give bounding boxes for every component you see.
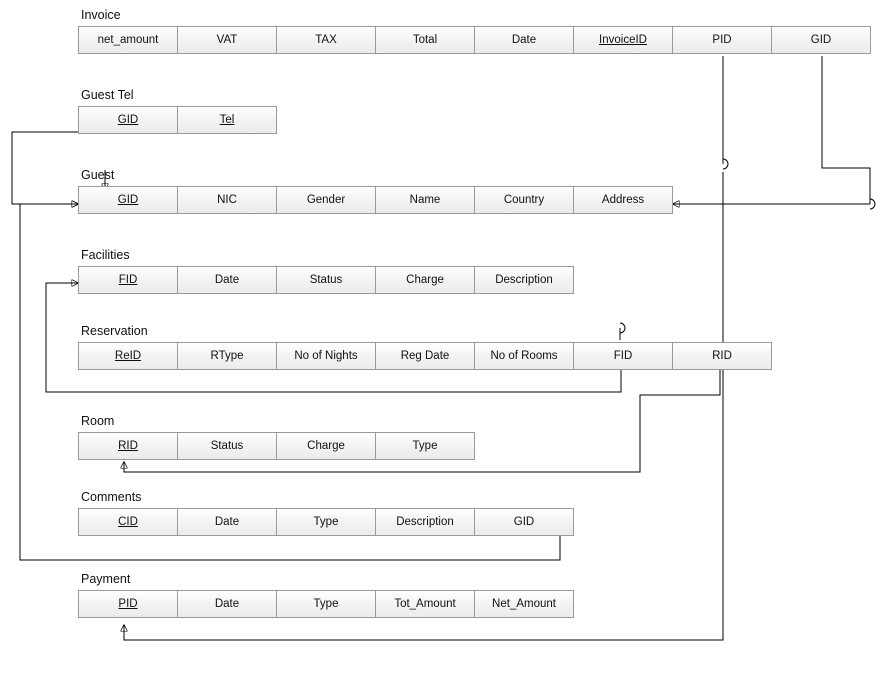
col-tel: Tel: [177, 106, 277, 134]
table-comments: Comments CID Date Type Description GID: [78, 490, 574, 536]
col-rid: RID: [672, 342, 772, 370]
col-type: Type: [276, 590, 376, 618]
col-tot-amount: Tot_Amount: [375, 590, 475, 618]
table-payment: Payment PID Date Type Tot_Amount Net_Amo…: [78, 572, 574, 618]
col-total: Total: [375, 26, 475, 54]
table-row: GID NIC Gender Name Country Address: [78, 186, 673, 214]
col-date: Date: [177, 508, 277, 536]
col-fid: FID: [78, 266, 178, 294]
col-name: Name: [375, 186, 475, 214]
table-row: PID Date Type Tot_Amount Net_Amount: [78, 590, 574, 618]
col-net-amount: Net_Amount: [474, 590, 574, 618]
schema-diagram: Invoice net_amount VAT TAX Total Date In…: [0, 0, 881, 678]
col-rooms: No of Rooms: [474, 342, 574, 370]
col-rtype: RType: [177, 342, 277, 370]
table-row: net_amount VAT TAX Total Date InvoiceID …: [78, 26, 871, 54]
col-vat: VAT: [177, 26, 277, 54]
col-nic: NIC: [177, 186, 277, 214]
col-date: Date: [177, 590, 277, 618]
col-type: Type: [375, 432, 475, 460]
col-description: Description: [474, 266, 574, 294]
col-gender: Gender: [276, 186, 376, 214]
col-gid: GID: [771, 26, 871, 54]
col-cid: CID: [78, 508, 178, 536]
col-charge: Charge: [276, 432, 376, 460]
table-title: Guest Tel: [81, 88, 277, 102]
table-row: RID Status Charge Type: [78, 432, 475, 460]
table-facilities: Facilities FID Date Status Charge Descri…: [78, 248, 574, 294]
col-address: Address: [573, 186, 673, 214]
table-title: Reservation: [81, 324, 772, 338]
col-date: Date: [177, 266, 277, 294]
col-type: Type: [276, 508, 376, 536]
col-fid: FID: [573, 342, 673, 370]
table-row: FID Date Status Charge Description: [78, 266, 574, 294]
col-pid: PID: [78, 590, 178, 618]
col-tax: TAX: [276, 26, 376, 54]
col-status: Status: [276, 266, 376, 294]
col-status: Status: [177, 432, 277, 460]
table-title: Payment: [81, 572, 574, 586]
col-description: Description: [375, 508, 475, 536]
table-room: Room RID Status Charge Type: [78, 414, 475, 460]
table-invoice: Invoice net_amount VAT TAX Total Date In…: [78, 8, 871, 54]
table-title: Guest: [81, 168, 673, 182]
table-title: Comments: [81, 490, 574, 504]
col-gid: GID: [78, 186, 178, 214]
table-title: Invoice: [81, 8, 871, 22]
col-charge: Charge: [375, 266, 475, 294]
col-regdate: Reg Date: [375, 342, 475, 370]
table-guest-tel: Guest Tel GID Tel: [78, 88, 277, 134]
table-title: Facilities: [81, 248, 574, 262]
col-gid: GID: [474, 508, 574, 536]
table-title: Room: [81, 414, 475, 428]
col-country: Country: [474, 186, 574, 214]
col-rid: RID: [78, 432, 178, 460]
table-row: GID Tel: [78, 106, 277, 134]
col-pid: PID: [672, 26, 772, 54]
table-row: ReID RType No of Nights Reg Date No of R…: [78, 342, 772, 370]
col-reid: ReID: [78, 342, 178, 370]
table-reservation: Reservation ReID RType No of Nights Reg …: [78, 324, 772, 370]
col-date: Date: [474, 26, 574, 54]
col-gid: GID: [78, 106, 178, 134]
col-nights: No of Nights: [276, 342, 376, 370]
col-net-amount: net_amount: [78, 26, 178, 54]
table-guest: Guest GID NIC Gender Name Country Addres…: [78, 168, 673, 214]
table-row: CID Date Type Description GID: [78, 508, 574, 536]
col-invoiceid: InvoiceID: [573, 26, 673, 54]
